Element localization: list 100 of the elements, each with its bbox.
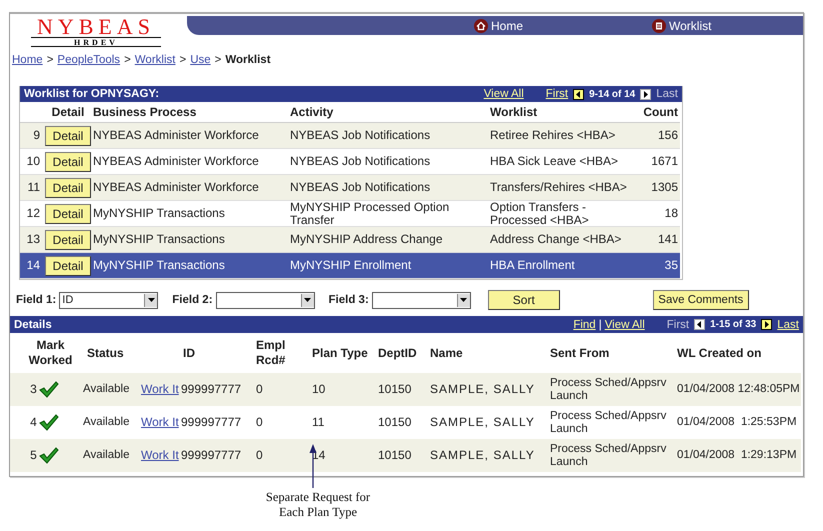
column-header: ID: [182, 344, 196, 362]
view-all-link[interactable]: View All: [484, 88, 524, 100]
table-cell: 35: [640, 253, 680, 279]
table-cell: 999997777: [179, 439, 254, 472]
table-cell: 1305: [640, 175, 680, 201]
row-number: 11: [20, 175, 43, 201]
dropdown[interactable]: ID: [59, 292, 158, 308]
table-cell: Process Sched/Appsrv Launch: [548, 373, 675, 406]
table-cell: 0: [254, 439, 310, 472]
detail-button[interactable]: Detail: [45, 152, 91, 172]
breadcrumb-separator: >: [214, 54, 222, 66]
table-row[interactable]: 12 Detail MyNYSHIP Transactions MyNYSHIP Processed Option Transfer Option Transfers - Processed <HBA> 18: [20, 201, 682, 227]
first-link[interactable]: First: [546, 88, 568, 100]
find-link[interactable]: Find: [573, 318, 596, 330]
column-header: WL Created on: [676, 344, 762, 362]
column-header: Empl Rcd#: [255, 337, 286, 369]
table-cell: SAMPLE, SALLY: [428, 373, 548, 406]
view-all-link[interactable]: View All: [604, 318, 645, 330]
dropdown[interactable]: [216, 292, 315, 308]
table-cell: 01/04/2008 1:29:13PM: [675, 439, 801, 472]
dropdown[interactable]: [372, 292, 471, 308]
breadcrumb-link[interactable]: PeopleTools: [57, 54, 120, 66]
breadcrumb-link[interactable]: Home: [12, 54, 43, 66]
table-cell: 10150: [376, 439, 428, 472]
next-icon[interactable]: [640, 88, 652, 100]
table-cell: 141: [640, 227, 680, 253]
table-cell: Available: [77, 373, 139, 406]
page-range: 1-15 of 33: [710, 319, 756, 330]
table-cell: Process Sched/Appsrv Launch: [548, 439, 675, 472]
table-row[interactable]: 10 Detail NYBEAS Administer Workforce NYBEAS Job Notifications HBA Sick Leave <HBA> 1671: [20, 149, 682, 175]
table-row[interactable]: 14 Detail MyNYSHIP Transactions MyNYSHIP Enrollment HBA Enrollment 35: [20, 253, 682, 279]
link-separator: |: [598, 318, 602, 330]
table-cell: Retiree Rehires <HBA>: [488, 123, 640, 149]
detail-button[interactable]: Detail: [45, 204, 91, 224]
next-icon[interactable]: [761, 319, 772, 330]
grid-title: Worklist for OPNYSAGY:: [24, 88, 160, 100]
row-number: 14: [20, 253, 43, 279]
detail-button[interactable]: Detail: [45, 126, 91, 146]
table-cell: MyNYSHIP Enrollment: [288, 253, 488, 279]
table-cell: Address Change <HBA>: [488, 227, 640, 253]
detail-button[interactable]: Detail: [45, 256, 91, 276]
column-header: Plan Type: [311, 344, 369, 362]
table-cell: 10150: [376, 373, 428, 406]
column-header: Sent From: [549, 344, 610, 362]
table-cell: NYBEAS Job Notifications: [288, 123, 488, 149]
table-row[interactable]: 9 Detail NYBEAS Administer Workforce NYBEAS Job Notifications Retiree Rehires <HBA> 156: [20, 123, 682, 149]
breadcrumb-separator: >: [124, 54, 131, 66]
row-number: 5: [30, 449, 37, 462]
column-header: Name: [429, 344, 464, 362]
table-cell: NYBEAS Job Notifications: [288, 175, 488, 201]
sort-button[interactable]: Sort: [488, 290, 560, 310]
page-range: 9-14 of 14: [589, 88, 636, 100]
column-header: Status: [86, 344, 125, 362]
breadcrumb-current: Worklist: [225, 54, 271, 66]
grid-title: Details: [14, 318, 53, 330]
table-cell: Available: [77, 439, 139, 472]
table-cell: MyNYSHIP Transactions: [91, 227, 288, 253]
logo: NYBEAS HRDEV: [31, 16, 161, 47]
field-label: Field 2:: [172, 294, 213, 306]
table-cell: 10: [310, 373, 376, 406]
table-cell: MyNYSHIP Transactions: [91, 253, 288, 279]
previous-icon[interactable]: [573, 88, 584, 100]
nav-link[interactable]: Worklist: [652, 18, 712, 32]
table-cell: NYBEAS Administer Workforce: [91, 175, 288, 201]
home-icon: [474, 18, 488, 32]
breadcrumb-separator: >: [46, 54, 54, 66]
row-number: 9: [20, 123, 43, 149]
last-label: Last: [656, 88, 678, 100]
table-cell: MyNYSHIP Address Change: [288, 227, 488, 253]
column-header: Mark Worked: [28, 337, 74, 369]
last-link[interactable]: Last: [777, 318, 799, 330]
column-header: DeptID: [377, 344, 418, 362]
table-row[interactable]: 11 Detail NYBEAS Administer Workforce NYBEAS Job Notifications Transfers/Rehires <HBA> 1305: [20, 175, 682, 201]
table-cell: 156: [640, 123, 680, 149]
row-number: 3: [30, 383, 37, 396]
annotation-text: Separate Request for Each Plan Type: [264, 489, 372, 520]
field-label: Field 1:: [16, 294, 56, 306]
detail-button[interactable]: Detail: [45, 230, 91, 250]
work-it-link[interactable]: Work It: [141, 416, 179, 429]
row-number: 4: [30, 416, 37, 429]
field-label: Field 3:: [328, 294, 369, 306]
table-row[interactable]: 13 Detail MyNYSHIP Transactions MyNYSHIP Address Change Address Change <HBA> 141: [20, 227, 682, 253]
table-cell: HBA Enrollment: [488, 253, 640, 279]
table-cell: 01/04/2008 12:48:05PM: [675, 373, 801, 406]
nav-link[interactable]: Home: [474, 18, 524, 32]
breadcrumb-separator: >: [179, 54, 186, 66]
row-number: 13: [20, 227, 43, 253]
list-icon: [652, 18, 666, 32]
table-cell: Option Transfers - Processed <HBA>: [488, 201, 640, 227]
table-cell: SAMPLE, SALLY: [428, 439, 548, 472]
breadcrumb-link[interactable]: Worklist: [134, 54, 176, 66]
table-cell: MyNYSHIP Processed Option Transfer: [288, 201, 488, 227]
breadcrumb-link[interactable]: Use: [190, 54, 211, 66]
previous-icon[interactable]: [694, 319, 706, 330]
save-comments-button[interactable]: Save Comments: [652, 290, 749, 310]
table-cell: 999997777: [179, 373, 254, 406]
first-label: First: [666, 318, 690, 330]
table-cell: NYBEAS Administer Workforce: [91, 123, 288, 149]
detail-button[interactable]: Detail: [45, 178, 91, 198]
table-cell: Transfers/Rehires <HBA>: [488, 175, 640, 201]
